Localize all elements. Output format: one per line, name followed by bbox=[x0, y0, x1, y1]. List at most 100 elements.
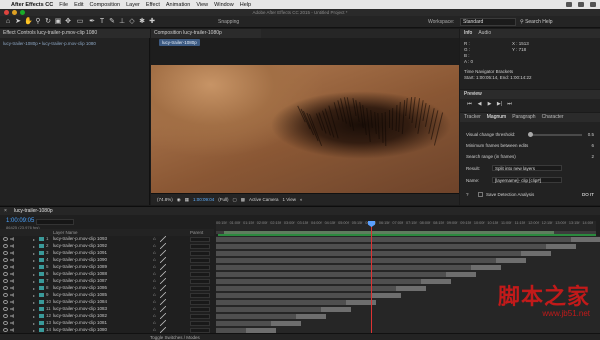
layer-row[interactable]: ▸ 8 lucy-trailer-p.mov-clip 1086 ⌂ bbox=[0, 284, 214, 292]
parent-select[interactable] bbox=[190, 314, 210, 319]
quality-switch-icon[interactable] bbox=[159, 270, 167, 278]
label-color-swatch[interactable] bbox=[39, 244, 44, 248]
layer-duration-bar[interactable] bbox=[546, 244, 576, 249]
layer-name[interactable]: lucy-trailer-p.mov-clip 1090 bbox=[53, 257, 107, 262]
transparency-grid-icon[interactable]: ▩ bbox=[241, 197, 245, 203]
zoom-tool-icon[interactable]: ⚲ bbox=[34, 18, 42, 26]
active-camera-select[interactable]: Active Camera bbox=[249, 197, 279, 202]
hand-tool-icon[interactable]: ✋ bbox=[24, 18, 33, 26]
visibility-eye-icon[interactable] bbox=[3, 300, 8, 304]
views-select[interactable]: 1 View bbox=[283, 197, 296, 202]
layer-row[interactable]: ▸ 3 lucy-trailer-p.mov-clip 1091 ⌂ bbox=[0, 249, 214, 257]
quality-switch-icon[interactable] bbox=[159, 312, 167, 320]
shy-switch-icon[interactable]: ⌂ bbox=[153, 243, 156, 248]
audio-speaker-icon[interactable] bbox=[10, 258, 14, 262]
label-color-swatch[interactable] bbox=[39, 300, 44, 304]
label-color-swatch[interactable] bbox=[39, 286, 44, 290]
label-color-swatch[interactable] bbox=[39, 321, 44, 325]
audio-speaker-icon[interactable] bbox=[10, 279, 14, 283]
visibility-eye-icon[interactable] bbox=[3, 293, 8, 297]
first-frame-icon[interactable]: ⏮ bbox=[466, 101, 473, 107]
visibility-eye-icon[interactable] bbox=[3, 244, 8, 248]
camera-snapshot-icon[interactable]: ◉ bbox=[177, 197, 181, 203]
audio-speaker-icon[interactable] bbox=[10, 244, 14, 248]
battery-icon[interactable] bbox=[578, 2, 584, 7]
min-frames-value[interactable]: 6 bbox=[591, 143, 594, 148]
menu-layer[interactable]: Layer bbox=[126, 2, 140, 8]
layer-duration-bar[interactable] bbox=[421, 279, 451, 284]
quality-switch-icon[interactable] bbox=[159, 263, 167, 271]
expand-triangle-icon[interactable]: ▸ bbox=[33, 251, 35, 256]
layer-name[interactable]: lucy-trailer-p.mov-clip 1087 bbox=[53, 278, 107, 283]
layer-row[interactable]: ▸ 13 lucy-trailer-p.mov-clip 1081 ⌂ bbox=[0, 319, 214, 327]
parent-select[interactable] bbox=[190, 279, 210, 284]
roto-brush-tool-icon[interactable]: ✱ bbox=[138, 18, 146, 26]
layer-duration-bar[interactable] bbox=[446, 272, 476, 277]
visibility-eye-icon[interactable] bbox=[3, 279, 8, 283]
tab-paragraph[interactable]: Paragraph bbox=[512, 113, 535, 122]
label-color-swatch[interactable] bbox=[39, 237, 44, 241]
search-range-value[interactable]: 2 bbox=[591, 154, 594, 159]
layer-name[interactable]: lucy-trailer-p.mov-clip 1082 bbox=[53, 313, 107, 318]
expand-triangle-icon[interactable]: ▸ bbox=[33, 244, 35, 249]
label-color-swatch[interactable] bbox=[39, 293, 44, 297]
visibility-eye-icon[interactable] bbox=[3, 237, 8, 241]
parent-select[interactable] bbox=[190, 244, 210, 249]
visibility-eye-icon[interactable] bbox=[3, 286, 8, 290]
shy-switch-icon[interactable]: ⌂ bbox=[153, 285, 156, 290]
pan-behind-tool-icon[interactable]: ✥ bbox=[64, 18, 72, 26]
label-color-swatch[interactable] bbox=[39, 328, 44, 332]
tab-character[interactable]: Character bbox=[542, 113, 564, 122]
layer-duration-bar[interactable] bbox=[271, 321, 301, 326]
label-color-swatch[interactable] bbox=[39, 265, 44, 269]
menu-view[interactable]: View bbox=[196, 2, 208, 8]
shy-switch-icon[interactable]: ⌂ bbox=[153, 299, 156, 304]
layer-name[interactable]: lucy-trailer-p.mov-clip 1091 bbox=[53, 250, 107, 255]
region-of-interest-icon[interactable]: ▢ bbox=[233, 197, 237, 203]
shy-switch-icon[interactable]: ⌂ bbox=[153, 236, 156, 241]
label-color-swatch[interactable] bbox=[39, 272, 44, 276]
shy-switch-icon[interactable]: ⌂ bbox=[153, 271, 156, 276]
layer-row[interactable]: ▸ 7 lucy-trailer-p.mov-clip 1087 ⌂ bbox=[0, 277, 214, 285]
label-color-swatch[interactable] bbox=[39, 314, 44, 318]
resolution-select[interactable]: (Full) bbox=[218, 197, 228, 202]
visibility-eye-icon[interactable] bbox=[3, 258, 8, 262]
quality-switch-icon[interactable] bbox=[159, 298, 167, 306]
quality-switch-icon[interactable] bbox=[159, 256, 167, 264]
audio-speaker-icon[interactable] bbox=[10, 321, 14, 325]
menu-composition[interactable]: Composition bbox=[90, 2, 121, 8]
layer-row[interactable]: ▸ 11 lucy-trailer-p.mov-clip 1083 ⌂ bbox=[0, 305, 214, 313]
play-icon[interactable]: ▶ bbox=[486, 101, 493, 107]
layer-duration-bar[interactable] bbox=[396, 286, 426, 291]
label-color-swatch[interactable] bbox=[39, 258, 44, 262]
shy-switch-icon[interactable]: ⌂ bbox=[153, 313, 156, 318]
audio-speaker-icon[interactable] bbox=[10, 286, 14, 290]
visibility-eye-icon[interactable] bbox=[3, 307, 8, 311]
timeline-tab[interactable]: lucy-trailer-1080p bbox=[14, 208, 53, 214]
layer-name[interactable]: lucy-trailer-p.mov-clip 1088 bbox=[53, 271, 107, 276]
shy-switch-icon[interactable]: ⌂ bbox=[153, 306, 156, 311]
audio-speaker-icon[interactable] bbox=[10, 314, 14, 318]
quality-switch-icon[interactable] bbox=[159, 235, 167, 243]
expand-triangle-icon[interactable]: ▸ bbox=[33, 237, 35, 242]
time-ruler[interactable]: 00:15f 01:00f 01:15f 02:00f 02:15f 03:00f 03:1… bbox=[216, 221, 596, 231]
spotlight-icon[interactable] bbox=[590, 2, 596, 7]
expand-triangle-icon[interactable]: ▸ bbox=[33, 286, 35, 291]
layer-name[interactable]: lucy-trailer-p.mov-clip 1086 bbox=[53, 285, 107, 290]
visibility-eye-icon[interactable] bbox=[3, 314, 8, 318]
camera-tool-icon[interactable]: ▣ bbox=[54, 18, 62, 26]
quality-switch-icon[interactable] bbox=[159, 249, 167, 257]
rotate-tool-icon[interactable]: ↻ bbox=[44, 18, 52, 26]
type-tool-icon[interactable]: T bbox=[98, 18, 106, 26]
expand-triangle-icon[interactable]: ▸ bbox=[33, 293, 35, 298]
layer-duration-bar[interactable] bbox=[571, 237, 600, 242]
expand-triangle-icon[interactable]: ▸ bbox=[33, 258, 35, 263]
menu-effect[interactable]: Effect bbox=[146, 2, 160, 8]
layer-name[interactable]: lucy-trailer-p.mov-clip 1083 bbox=[53, 306, 107, 311]
layer-name[interactable]: lucy-trailer-p.mov-clip 1092 bbox=[53, 243, 107, 248]
quality-switch-icon[interactable] bbox=[159, 277, 167, 285]
layer-row[interactable]: ▸ 9 lucy-trailer-p.mov-clip 1085 ⌂ bbox=[0, 291, 214, 299]
audio-speaker-icon[interactable] bbox=[10, 265, 14, 269]
expand-triangle-icon[interactable]: ▸ bbox=[33, 300, 35, 305]
tab-magnum[interactable]: Magnum bbox=[487, 113, 506, 122]
